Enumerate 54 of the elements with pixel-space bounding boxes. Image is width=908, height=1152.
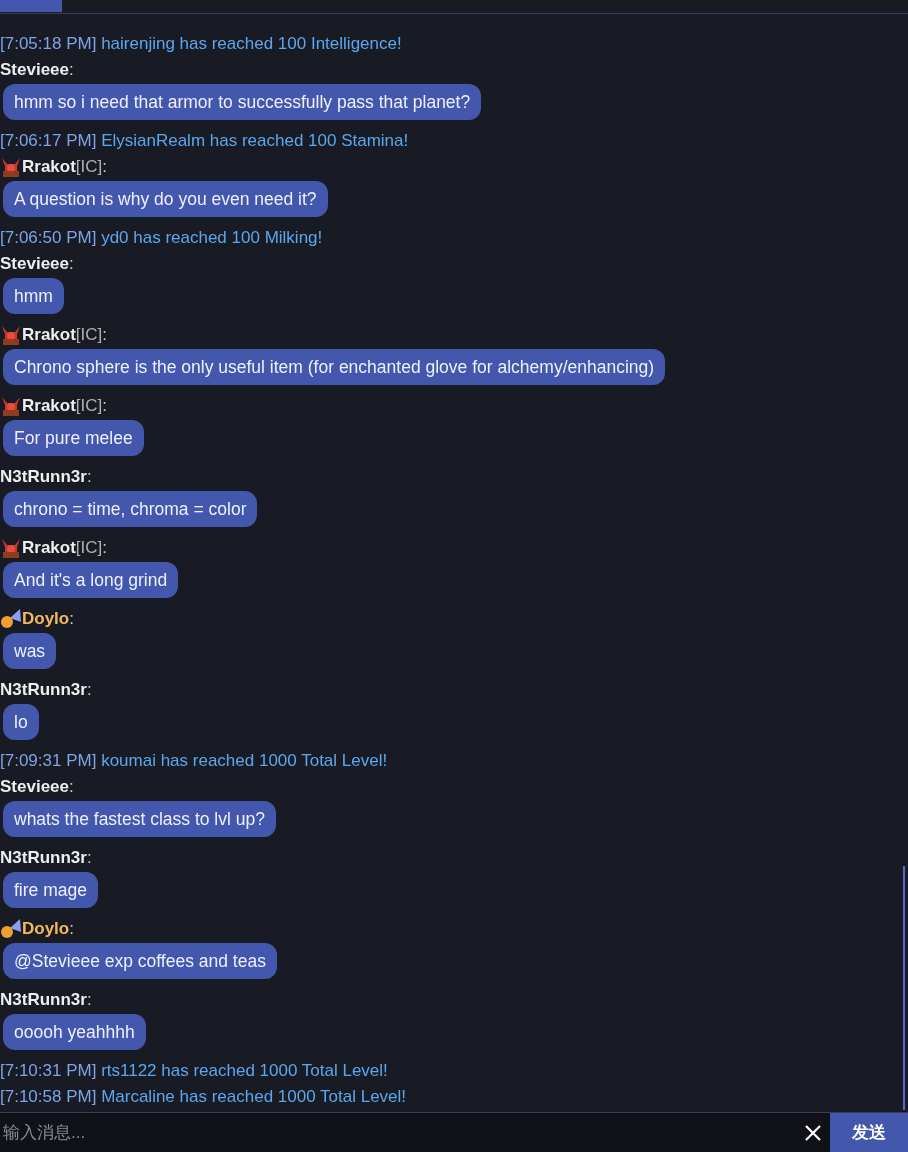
user-tag: [IC] — [75, 393, 103, 419]
message-bubble: For pure melee — [3, 420, 144, 456]
username[interactable]: N3tRunn3r — [0, 464, 87, 490]
username[interactable]: Rrakot — [22, 393, 76, 419]
message-bubble: A question is why do you even need it? — [3, 181, 328, 217]
colon: : — [102, 537, 108, 560]
colon: : — [102, 156, 108, 179]
message-bubble: was — [3, 633, 57, 669]
message-bubble: ooooh yeahhhh — [3, 1014, 146, 1050]
username[interactable]: N3tRunn3r — [0, 677, 87, 703]
user-tag: [IC] — [75, 154, 103, 180]
username[interactable]: Doylo — [22, 916, 70, 942]
colon: : — [86, 466, 92, 489]
colon: : — [69, 608, 74, 631]
username[interactable]: Stevieee — [0, 57, 69, 83]
message-bubble: Chrono sphere is the only useful item (for enchanted glove for alchemy/enhancing) — [3, 349, 666, 385]
username[interactable]: Rrakot — [22, 322, 76, 348]
system-message: [7:06:50 PM] yd0 has reached 100 Milking! — [0, 227, 324, 249]
message-input[interactable]: 输入消息... — [0, 1113, 796, 1152]
username[interactable]: Stevieee — [0, 251, 69, 277]
message-bubble: And it's a long grind — [3, 562, 179, 598]
message-bubble: chrono = time, chroma = color — [3, 491, 258, 527]
send-button[interactable]: 发送 — [830, 1113, 908, 1152]
colon: : — [86, 989, 92, 1012]
colon: : — [69, 918, 74, 941]
message-bubble: @Stevieee exp coffees and teas — [3, 943, 277, 979]
username[interactable]: Doylo — [22, 606, 70, 632]
colon: : — [102, 395, 108, 418]
message-bubble: hmm — [3, 278, 64, 314]
message-bubble: hmm so i need that armor to successfully pass that planet? — [3, 84, 482, 120]
username[interactable]: Rrakot — [22, 154, 76, 180]
message-bubble: whats the fastest class to lvl up? — [3, 801, 276, 837]
colon: : — [69, 59, 74, 82]
user-tag: [IC] — [75, 535, 103, 561]
user-tag: [IC] — [75, 322, 103, 348]
colon: : — [69, 776, 74, 799]
colon: : — [102, 324, 108, 347]
username[interactable]: N3tRunn3r — [0, 987, 87, 1013]
message-bubble: fire mage — [3, 872, 98, 908]
colon: : — [86, 679, 92, 702]
close-icon[interactable] — [796, 1113, 830, 1152]
username[interactable]: N3tRunn3r — [0, 845, 87, 871]
tab-indicator[interactable] — [0, 0, 62, 12]
colon: : — [69, 253, 74, 276]
system-message: [7:06:17 PM] ElysianRealm has reached 100 Stamina! — [0, 130, 410, 152]
scrollbar-thumb[interactable] — [903, 866, 905, 1110]
system-message: [7:05:18 PM] hairenjing has reached 100 Intelligence! — [0, 33, 403, 55]
username[interactable]: Stevieee — [0, 774, 69, 800]
colon: : — [86, 847, 92, 870]
system-message: [7:10:31 PM] rts1122 has reached 1000 Total Level! — [0, 1060, 389, 1082]
system-message: [7:09:31 PM] koumai has reached 1000 Total Level! — [0, 750, 389, 772]
system-message: [7:10:58 PM] Marcaline has reached 1000 Total Level! — [0, 1086, 408, 1108]
username[interactable]: Rrakot — [22, 535, 76, 561]
message-bubble: lo — [3, 704, 39, 740]
